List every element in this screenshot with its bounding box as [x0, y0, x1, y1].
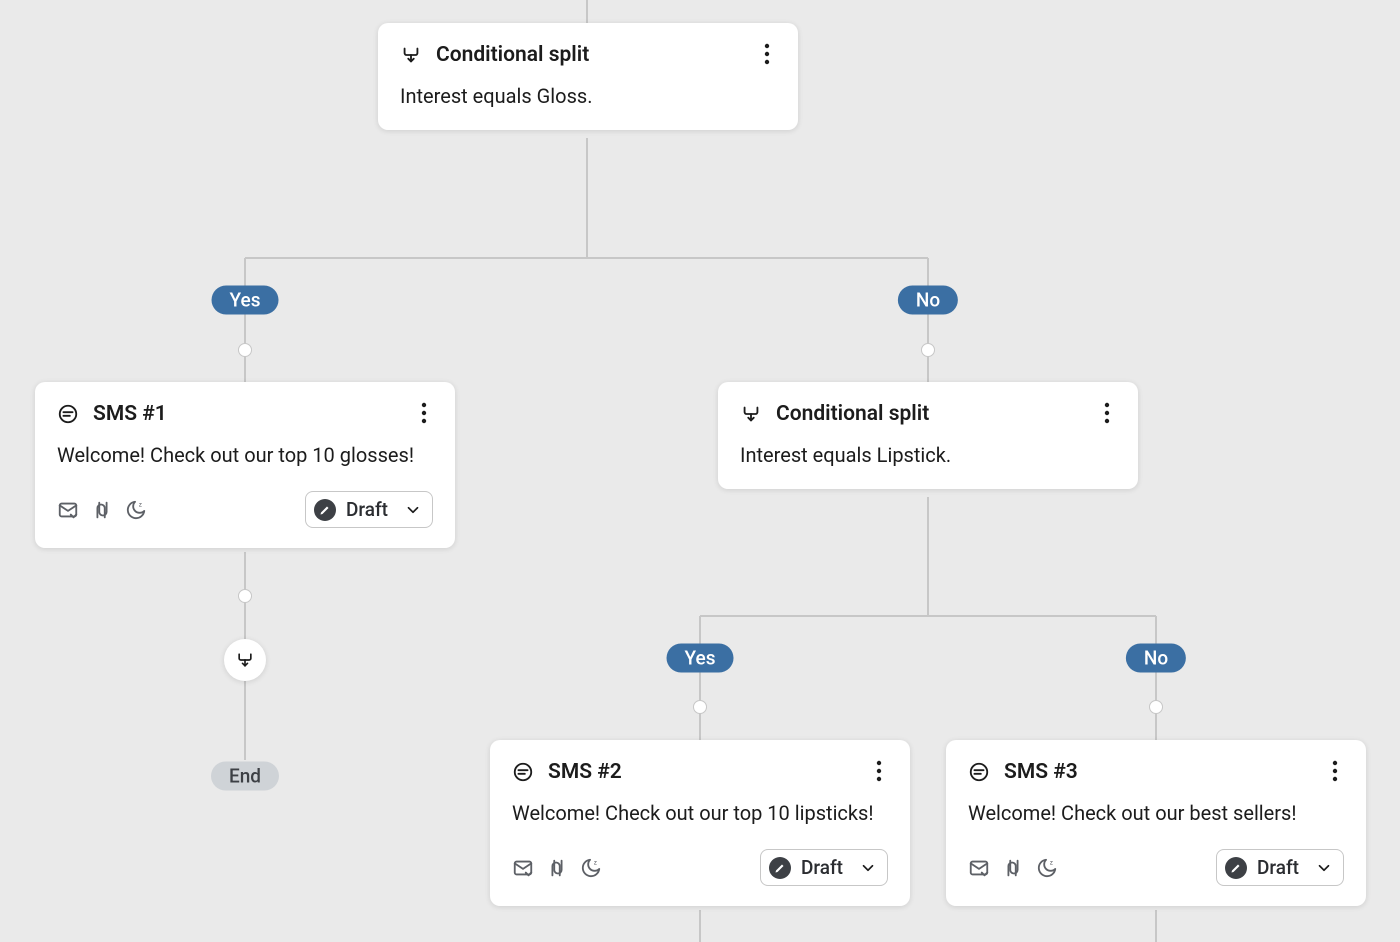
status-select[interactable]: Draft: [760, 849, 888, 886]
conditional-split-card[interactable]: Conditional split Interest equals Lipsti…: [718, 382, 1138, 489]
card-menu-button[interactable]: [1320, 756, 1350, 786]
chevron-down-icon: [1315, 859, 1333, 877]
card-title: SMS #3: [1004, 760, 1078, 784]
connector-dot: [693, 700, 707, 714]
card-description: Welcome! Check out our best sellers!: [968, 800, 1344, 827]
quiet-hours-icon[interactable]: z: [1036, 857, 1058, 879]
card-menu-button[interactable]: [1092, 398, 1122, 428]
card-title: SMS #1: [93, 402, 167, 426]
status-select[interactable]: Draft: [305, 491, 433, 528]
add-step-button[interactable]: [224, 639, 266, 681]
card-description: Welcome! Check out our top 10 lipsticks!: [512, 800, 888, 827]
connector-dot: [1149, 700, 1163, 714]
card-title: SMS #2: [548, 760, 622, 784]
connector-dot: [238, 343, 252, 357]
sms-icon: [512, 761, 534, 783]
sms-icon: [57, 403, 79, 425]
svg-text:z: z: [139, 500, 142, 508]
smart-send-icon[interactable]: [512, 857, 534, 879]
quiet-hours-icon[interactable]: z: [580, 857, 602, 879]
split-icon: [235, 650, 255, 670]
chevron-down-icon: [859, 859, 877, 877]
sms-card[interactable]: SMS #3 Welcome! Check out our best selle…: [946, 740, 1366, 906]
card-description: Interest equals Lipstick.: [740, 442, 1116, 469]
branch-badge-no: No: [1126, 644, 1186, 673]
quiet-hours-icon[interactable]: z: [125, 499, 147, 521]
connector-dot: [921, 343, 935, 357]
smart-send-icon[interactable]: [968, 857, 990, 879]
draft-status-icon: [314, 499, 336, 521]
svg-text:z: z: [594, 858, 597, 866]
sms-icon: [968, 761, 990, 783]
conditional-split-card[interactable]: Conditional split Interest equals Gloss.: [378, 23, 798, 130]
end-badge: End: [211, 762, 279, 791]
status-select[interactable]: Draft: [1216, 849, 1344, 886]
draft-status-icon: [1225, 857, 1247, 879]
split-icon: [740, 403, 762, 425]
utm-tracking-icon[interactable]: [91, 499, 113, 521]
card-description: Welcome! Check out our top 10 glosses!: [57, 442, 433, 469]
card-menu-button[interactable]: [752, 39, 782, 69]
status-label: Draft: [1257, 856, 1299, 879]
connector-dot: [238, 589, 252, 603]
card-title: Conditional split: [776, 402, 929, 426]
branch-badge-no: No: [898, 286, 958, 315]
utm-tracking-icon[interactable]: [1002, 857, 1024, 879]
sms-card[interactable]: SMS #1 Welcome! Check out our top 10 glo…: [35, 382, 455, 548]
card-title: Conditional split: [436, 43, 589, 67]
svg-text:z: z: [1050, 858, 1053, 866]
utm-tracking-icon[interactable]: [546, 857, 568, 879]
branch-badge-yes: Yes: [212, 286, 279, 315]
sms-card[interactable]: SMS #2 Welcome! Check out our top 10 lip…: [490, 740, 910, 906]
status-label: Draft: [801, 856, 843, 879]
smart-send-icon[interactable]: [57, 499, 79, 521]
split-icon: [400, 44, 422, 66]
card-description: Interest equals Gloss.: [400, 83, 776, 110]
status-label: Draft: [346, 498, 388, 521]
card-menu-button[interactable]: [864, 756, 894, 786]
draft-status-icon: [769, 857, 791, 879]
card-menu-button[interactable]: [409, 398, 439, 428]
chevron-down-icon: [404, 501, 422, 519]
branch-badge-yes: Yes: [667, 644, 734, 673]
